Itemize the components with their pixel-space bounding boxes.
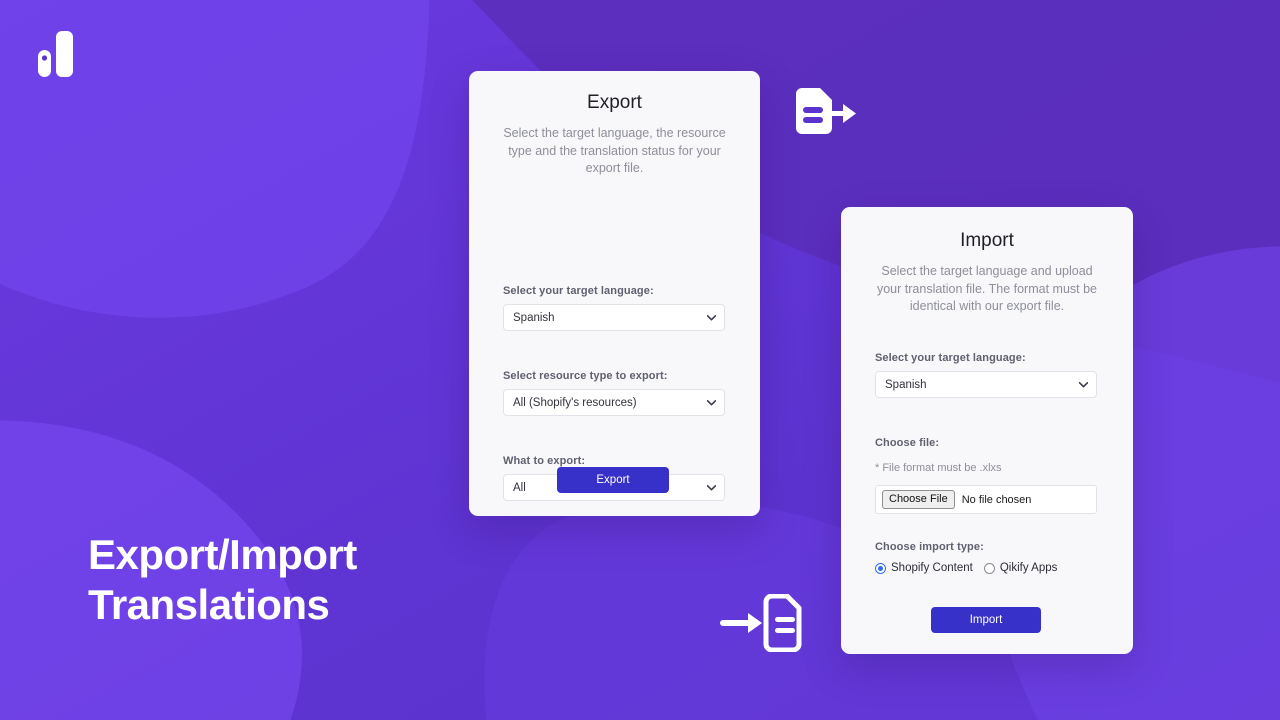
qikify-logo-icon: [38, 31, 73, 77]
export-resource-type-select[interactable]: All (Shopify's resources): [503, 389, 725, 416]
import-file-format-note: * File format must be .xlxs: [875, 462, 1002, 474]
choose-file-button[interactable]: Choose File: [882, 489, 955, 510]
arrow-right-document-icon: [720, 594, 802, 652]
radio-unselected-icon[interactable]: [983, 562, 995, 574]
export-card-description: Select the target language, the resource…: [503, 126, 726, 175]
export-target-language-label: Select your target language:: [503, 285, 654, 297]
export-submit-button[interactable]: Export: [557, 467, 669, 493]
page-title-line-2: Translations: [88, 580, 330, 628]
radio-selected-icon[interactable]: [875, 562, 886, 574]
import-card: Import Select the target language and up…: [841, 207, 1133, 654]
export-resource-type-group: Select resource type to export: All (Sho…: [503, 370, 725, 416]
document-arrow-right-icon: [796, 88, 856, 134]
page-title-line-1: Export/Import: [88, 531, 357, 578]
page-title: Export/Import Translations: [88, 530, 357, 629]
export-target-language-select[interactable]: Spanish: [503, 304, 725, 331]
import-target-language-group: Select your target language: Spanish: [875, 352, 1097, 398]
import-target-language-label: Select your target language:: [875, 352, 1026, 364]
import-submit-button[interactable]: Import: [931, 607, 1041, 633]
import-type-group: Choose import type: Shopify Content Qiki…: [875, 541, 1105, 574]
import-card-title: Import: [960, 230, 1014, 251]
import-file-label: Choose file:: [875, 437, 940, 449]
export-card-title: Export: [587, 92, 642, 113]
export-resource-type-label: Select resource type to export:: [503, 370, 668, 382]
import-card-description: Select the target language and upload yo…: [876, 264, 1097, 313]
import-type-option-label: Qikify Apps: [999, 562, 1058, 574]
import-type-option-shopify-content[interactable]: Shopify Content: [875, 562, 973, 574]
import-type-radio-row: Shopify Content Qikify Apps: [875, 562, 1105, 574]
import-type-label: Choose import type:: [875, 541, 984, 553]
import-type-option-qikify-apps[interactable]: Qikify Apps: [983, 562, 1058, 574]
export-card: Export Select the target language, the r…: [469, 71, 760, 516]
import-type-option-label: Shopify Content: [891, 562, 973, 574]
import-file-input[interactable]: Choose File No file chosen: [875, 485, 1097, 514]
import-target-language-select[interactable]: Spanish: [875, 371, 1097, 398]
file-status-text: No file chosen: [961, 493, 1032, 506]
export-what-to-export-label: What to export:: [503, 455, 586, 467]
import-file-group: Choose file: * File format must be .xlxs…: [875, 437, 1097, 514]
export-target-language-group: Select your target language: Spanish: [503, 285, 725, 331]
